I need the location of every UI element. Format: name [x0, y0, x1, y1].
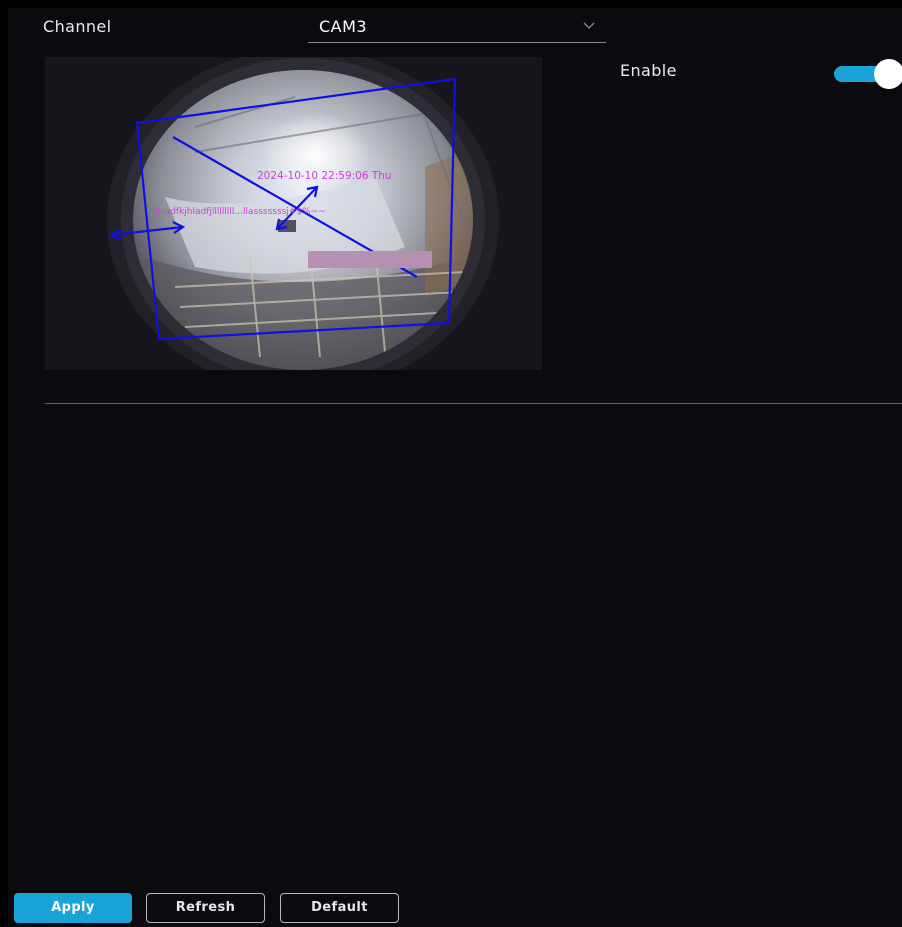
refresh-button[interactable]: Refresh — [146, 893, 265, 923]
camera-preview[interactable]: 2024-10-10 22:59:06 Thu jlsadfkjhladfjll… — [45, 57, 542, 370]
channel-selected-value: CAM3 — [319, 17, 368, 36]
toggle-knob — [874, 59, 902, 89]
apply-button[interactable]: Apply — [14, 893, 132, 923]
enable-label: Enable — [620, 61, 677, 80]
enable-toggle[interactable] — [834, 59, 902, 89]
chevron-down-icon — [583, 22, 595, 29]
settings-panel: Channel CAM3 Enable 2024-10-10 22:59:06 … — [8, 8, 902, 927]
timestamp-osd: 2024-10-10 22:59:06 Thu — [257, 170, 392, 182]
channel-label: Channel — [43, 17, 112, 36]
custom-text-osd: jlsadfkjhladfjlllllllll...llasssssssj#$%… — [154, 207, 326, 217]
default-button[interactable]: Default — [280, 893, 399, 923]
privacy-mask — [308, 251, 432, 268]
channel-dropdown[interactable]: CAM3 — [308, 8, 606, 43]
fisheye-view: 2024-10-10 22:59:06 Thu jlsadfkjhladfjll… — [45, 57, 542, 370]
section-divider — [45, 403, 902, 404]
